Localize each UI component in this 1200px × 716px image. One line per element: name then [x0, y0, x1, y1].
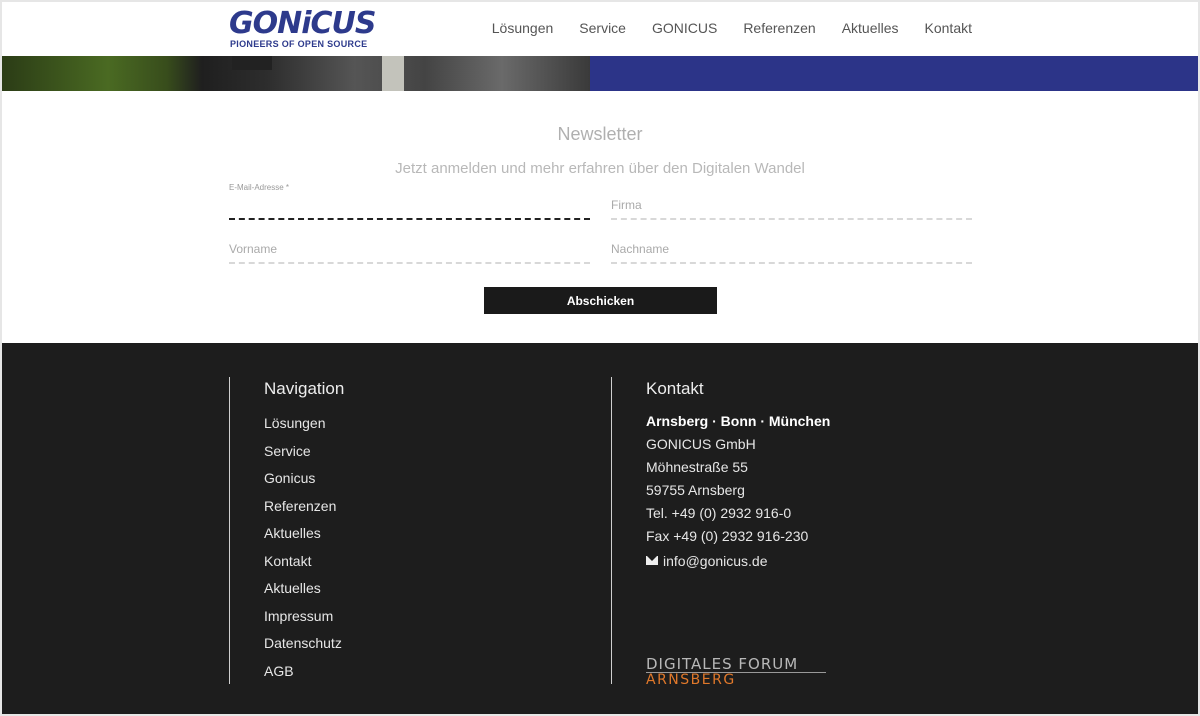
- nav-item-service[interactable]: Service: [579, 20, 626, 36]
- site-header: GONiCUS PIONEERS OF OPEN SOURCE Lösungen…: [2, 2, 1198, 56]
- banner-blue-panel: [590, 56, 1198, 91]
- footer-link-loesungen[interactable]: Lösungen: [264, 413, 342, 441]
- contact-locations: Arnsberg · Bonn · München: [646, 413, 831, 429]
- nav-item-kontakt[interactable]: Kontakt: [925, 20, 972, 36]
- gonicus-logo[interactable]: GONiCUS PIONEERS OF OPEN SOURCE: [229, 8, 379, 52]
- nav-item-gonicus[interactable]: GONICUS: [652, 20, 717, 36]
- logo-tagline: PIONEERS OF OPEN SOURCE: [230, 39, 368, 49]
- firstname-field[interactable]: Vorname: [229, 240, 590, 264]
- contact-company: GONICUS GmbH: [646, 436, 756, 452]
- contact-block: Arnsberg · Bonn · München GONICUS GmbH M…: [646, 411, 830, 572]
- contact-tel[interactable]: Tel. +49 (0) 2932 916-0: [646, 503, 830, 526]
- digitales-forum-logo[interactable]: DIGITALES FORUM ARNSBERG: [646, 657, 826, 687]
- email-label: E-Mail-Adresse *: [229, 183, 290, 192]
- partner-logo-line1: DIGITALES FORUM: [646, 655, 799, 673]
- partner-logo-line2: ARNSBERG: [646, 672, 736, 688]
- lastname-placeholder: Nachname: [611, 242, 670, 256]
- footer-link-kontakt[interactable]: Kontakt: [264, 551, 342, 579]
- site-footer: Navigation Lösungen Service Gonicus Refe…: [2, 343, 1198, 714]
- banner-image-detail: [232, 56, 272, 70]
- footer-link-referenzen[interactable]: Referenzen: [264, 496, 342, 524]
- contact-city: 59755 Arnsberg: [646, 482, 745, 498]
- footer-divider-right: [611, 377, 612, 684]
- contact-email: info@gonicus.de: [663, 552, 768, 569]
- footer-link-aktuelles[interactable]: Aktuelles: [264, 523, 342, 551]
- contact-fax: Fax +49 (0) 2932 916-230: [646, 528, 809, 544]
- footer-divider-left: [229, 377, 230, 684]
- contact-email-link[interactable]: info@gonicus.de: [646, 549, 830, 572]
- nav-item-aktuelles[interactable]: Aktuelles: [842, 20, 899, 36]
- logo-wordmark: GONiCUS: [229, 6, 377, 41]
- company-field[interactable]: Firma: [611, 196, 972, 220]
- footer-link-impressum[interactable]: Impressum: [264, 606, 342, 634]
- banner-image: [2, 56, 590, 91]
- footer-link-agb[interactable]: AGB: [264, 661, 342, 689]
- hero-banner: [2, 56, 1198, 91]
- main-nav: Lösungen Service GONICUS Referenzen Aktu…: [466, 20, 972, 36]
- email-field[interactable]: [229, 196, 590, 220]
- envelope-icon: [646, 556, 658, 565]
- company-placeholder: Firma: [611, 198, 642, 212]
- footer-nav-heading: Navigation: [264, 379, 345, 398]
- firstname-placeholder: Vorname: [229, 242, 278, 256]
- submit-button[interactable]: Abschicken: [484, 287, 717, 314]
- banner-image-highlight: [382, 56, 404, 91]
- newsletter-subtitle: Jetzt anmelden und mehr erfahren über de…: [395, 160, 805, 177]
- nav-item-referenzen[interactable]: Referenzen: [743, 20, 815, 36]
- footer-link-datenschutz[interactable]: Datenschutz: [264, 633, 342, 661]
- footer-link-gonicus[interactable]: Gonicus: [264, 468, 342, 496]
- lastname-field[interactable]: Nachname: [611, 240, 972, 264]
- footer-link-service[interactable]: Service: [264, 441, 342, 469]
- nav-item-loesungen[interactable]: Lösungen: [492, 20, 554, 36]
- footer-contact-heading: Kontakt: [646, 379, 704, 398]
- contact-street: Möhnestraße 55: [646, 459, 748, 475]
- footer-link-aktuelles-2[interactable]: Aktuelles: [264, 578, 342, 606]
- footer-nav-list: Lösungen Service Gonicus Referenzen Aktu…: [264, 413, 342, 688]
- newsletter-title: Newsletter: [557, 124, 643, 144]
